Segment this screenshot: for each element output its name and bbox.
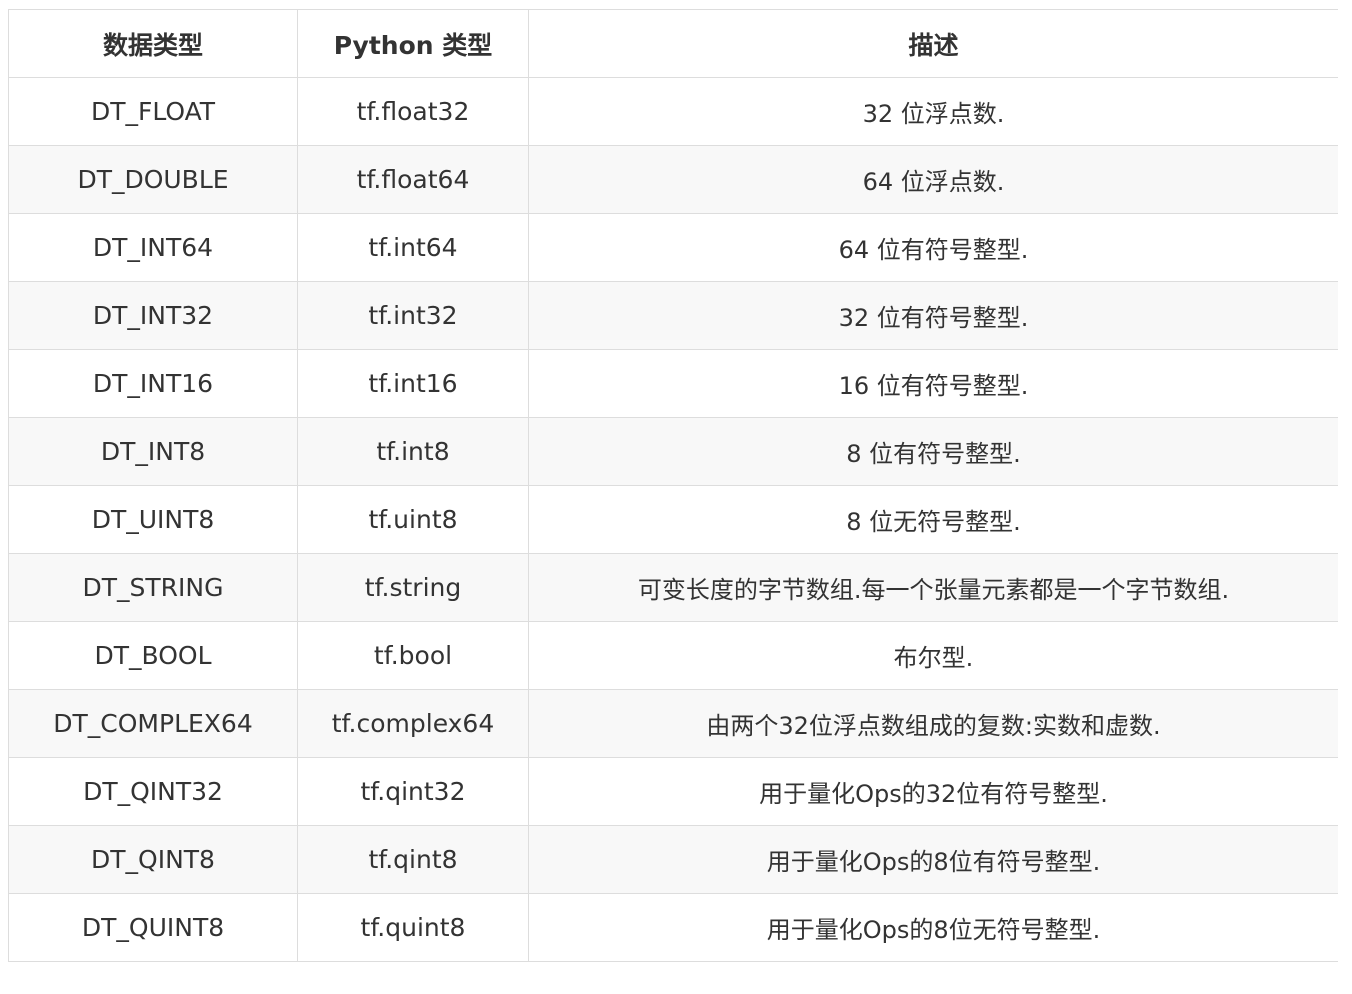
- cell-description: 8 位无符号整型.: [528, 485, 1338, 554]
- table-row: DT_DOUBLE tf.float64 64 位浮点数.: [8, 145, 1338, 214]
- cell-python-type: tf.int32: [297, 281, 529, 350]
- header-python-type: Python 类型: [297, 9, 529, 78]
- table-row: DT_QUINT8 tf.quint8 用于量化Ops的8位无符号整型.: [8, 893, 1338, 962]
- cell-python-type: tf.quint8: [297, 893, 529, 962]
- cell-dtype: DT_INT32: [8, 281, 298, 350]
- cell-dtype: DT_QINT8: [8, 825, 298, 894]
- cell-dtype: DT_UINT8: [8, 485, 298, 554]
- table-header: 数据类型 Python 类型 描述: [8, 9, 1338, 78]
- cell-python-type: tf.int64: [297, 213, 529, 282]
- cell-python-type: tf.int8: [297, 417, 529, 486]
- table-row: DT_STRING tf.string 可变长度的字节数组.每一个张量元素都是一…: [8, 553, 1338, 622]
- cell-description: 32 位有符号整型.: [528, 281, 1338, 350]
- table-row: DT_INT64 tf.int64 64 位有符号整型.: [8, 213, 1338, 282]
- cell-python-type: tf.float32: [297, 77, 529, 146]
- header-description: 描述: [528, 9, 1338, 78]
- table-row: DT_FLOAT tf.float32 32 位浮点数.: [8, 77, 1338, 146]
- table-row: DT_COMPLEX64 tf.complex64 由两个32位浮点数组成的复数…: [8, 689, 1338, 758]
- cell-python-type: tf.qint32: [297, 757, 529, 826]
- table-row: DT_INT16 tf.int16 16 位有符号整型.: [8, 349, 1338, 418]
- header-data-type: 数据类型: [8, 9, 298, 78]
- cell-description: 64 位浮点数.: [528, 145, 1338, 214]
- cell-dtype: DT_COMPLEX64: [8, 689, 298, 758]
- cell-python-type: tf.int16: [297, 349, 529, 418]
- table-row: DT_BOOL tf.bool 布尔型.: [8, 621, 1338, 690]
- cell-dtype: DT_INT64: [8, 213, 298, 282]
- cell-dtype: DT_DOUBLE: [8, 145, 298, 214]
- cell-description: 用于量化Ops的32位有符号整型.: [528, 757, 1338, 826]
- table-row: DT_UINT8 tf.uint8 8 位无符号整型.: [8, 485, 1338, 554]
- cell-python-type: tf.bool: [297, 621, 529, 690]
- cell-description: 16 位有符号整型.: [528, 349, 1338, 418]
- cell-python-type: tf.string: [297, 553, 529, 622]
- cell-description: 用于量化Ops的8位有符号整型.: [528, 825, 1338, 894]
- cell-description: 8 位有符号整型.: [528, 417, 1338, 486]
- cell-python-type: tf.float64: [297, 145, 529, 214]
- header-row: 数据类型 Python 类型 描述: [8, 9, 1338, 78]
- dtype-table: 数据类型 Python 类型 描述 DT_FLOAT tf.float32 32…: [8, 9, 1338, 962]
- cell-dtype: DT_BOOL: [8, 621, 298, 690]
- table-row: DT_QINT8 tf.qint8 用于量化Ops的8位有符号整型.: [8, 825, 1338, 894]
- cell-description: 64 位有符号整型.: [528, 213, 1338, 282]
- cell-dtype: DT_QUINT8: [8, 893, 298, 962]
- table-row: DT_INT8 tf.int8 8 位有符号整型.: [8, 417, 1338, 486]
- table-row: DT_INT32 tf.int32 32 位有符号整型.: [8, 281, 1338, 350]
- cell-description: 布尔型.: [528, 621, 1338, 690]
- table-body: DT_FLOAT tf.float32 32 位浮点数. DT_DOUBLE t…: [8, 77, 1338, 962]
- cell-description: 可变长度的字节数组.每一个张量元素都是一个字节数组.: [528, 553, 1338, 622]
- cell-dtype: DT_INT8: [8, 417, 298, 486]
- cell-dtype: DT_QINT32: [8, 757, 298, 826]
- cell-dtype: DT_FLOAT: [8, 77, 298, 146]
- cell-dtype: DT_INT16: [8, 349, 298, 418]
- table-row: DT_QINT32 tf.qint32 用于量化Ops的32位有符号整型.: [8, 757, 1338, 826]
- cell-python-type: tf.complex64: [297, 689, 529, 758]
- cell-python-type: tf.qint8: [297, 825, 529, 894]
- cell-description: 由两个32位浮点数组成的复数:实数和虚数.: [528, 689, 1338, 758]
- cell-description: 32 位浮点数.: [528, 77, 1338, 146]
- cell-description: 用于量化Ops的8位无符号整型.: [528, 893, 1338, 962]
- dtype-table-container: 数据类型 Python 类型 描述 DT_FLOAT tf.float32 32…: [8, 9, 1338, 977]
- cell-dtype: DT_STRING: [8, 553, 298, 622]
- cell-python-type: tf.uint8: [297, 485, 529, 554]
